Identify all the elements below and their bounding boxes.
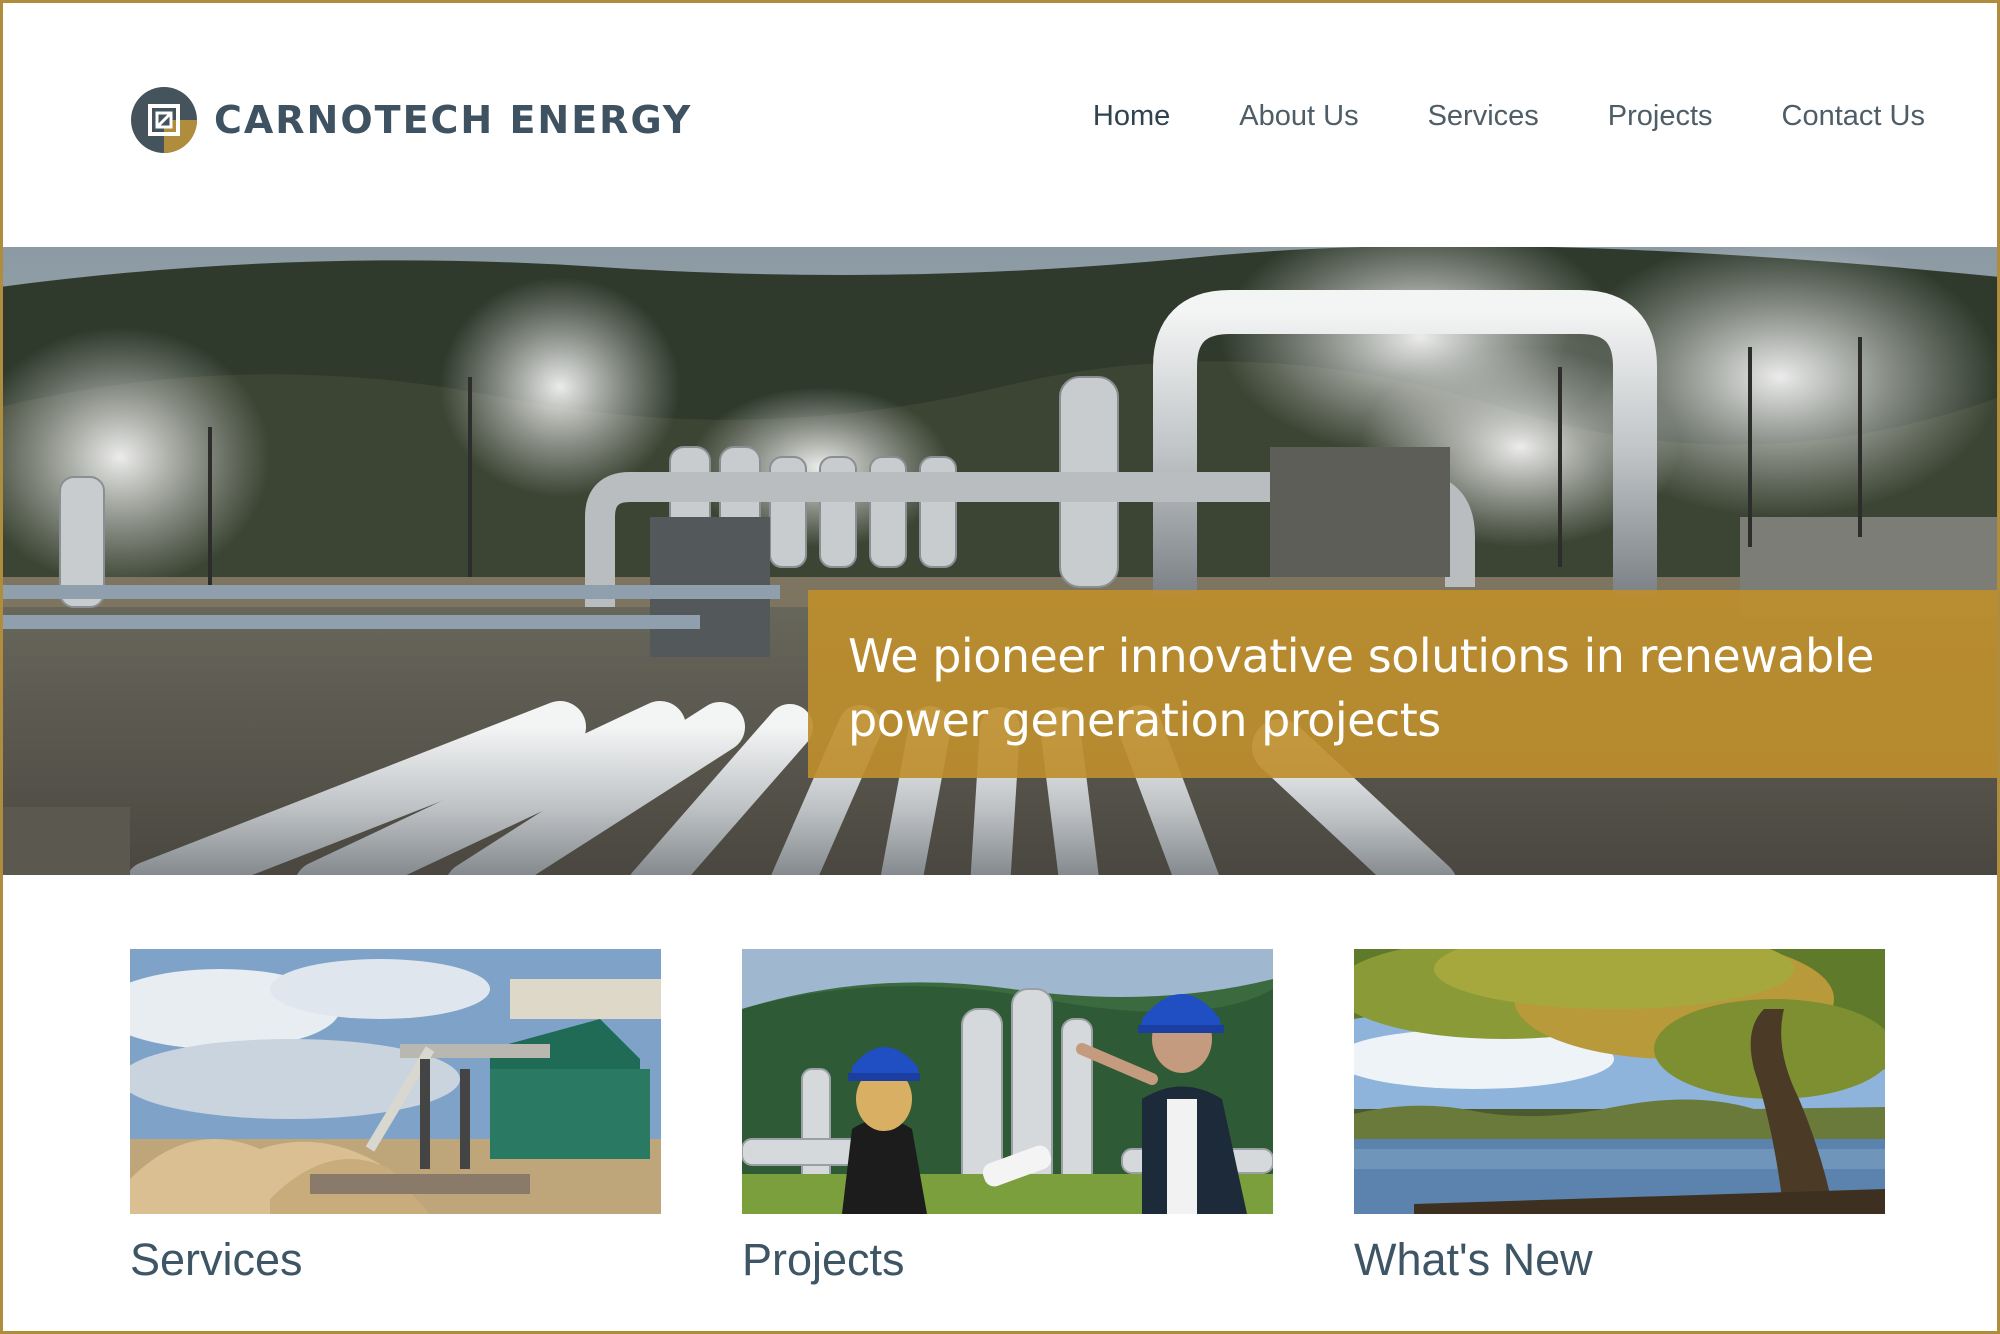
nav-projects[interactable]: Projects [1608,100,1713,133]
card-whats-new[interactable]: What's New [1354,949,1885,1286]
hero-headline: We pioneer innovative solutions in renew… [848,629,1874,747]
hero-image [0,247,2000,875]
lake-tree-image [1354,949,1885,1214]
brand-name: CARNOTECH ENERGY [214,98,693,142]
nav-services[interactable]: Services [1428,100,1539,133]
site-header: CARNOTECH ENERGY Home About Us Services … [0,0,2000,247]
logo-mark-icon [131,87,197,153]
main-nav: Home About Us Services Projects Contact … [1093,100,1925,133]
feature-cards: Services Projects What's New [130,949,1886,1289]
card-title-whats-new[interactable]: What's New [1354,1234,1885,1286]
engineers-at-plant-image [742,949,1273,1214]
hero-banner: We pioneer innovative solutions in renew… [808,590,2000,778]
hero: We pioneer innovative solutions in renew… [0,247,2000,875]
card-title-projects[interactable]: Projects [742,1234,1273,1286]
biomass-plant-image [130,949,661,1214]
logo[interactable]: CARNOTECH ENERGY [130,84,692,156]
nav-about-us[interactable]: About Us [1239,100,1358,133]
nav-home[interactable]: Home [1093,100,1170,133]
card-services[interactable]: Services [130,949,661,1286]
card-projects[interactable]: Projects [742,949,1273,1286]
card-title-services[interactable]: Services [130,1234,661,1286]
nav-contact-us[interactable]: Contact Us [1782,100,1925,133]
